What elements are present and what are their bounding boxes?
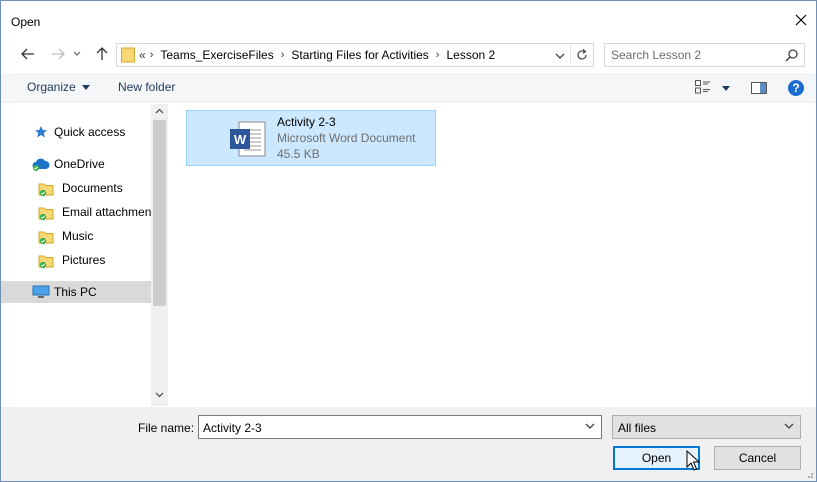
forward-button[interactable] — [49, 44, 67, 64]
address-bar[interactable]: « › Teams_ExerciseFiles › Starting Files… — [116, 43, 594, 67]
nav-item-label: This PC — [54, 285, 97, 299]
nav-item-label: Pictures — [62, 253, 106, 267]
nav-item-label: Quick access — [54, 125, 126, 139]
new-folder-button[interactable]: New folder — [118, 80, 175, 94]
nav-item-music[interactable]: Music — [1, 225, 151, 247]
nav-item-label: Music — [62, 229, 94, 243]
file-type-select[interactable]: All files — [612, 415, 801, 439]
refresh-icon — [576, 49, 587, 60]
navigation-pane: Quick access OneDrive Documents Email at… — [1, 104, 168, 406]
breadcrumb-separator: › — [435, 49, 440, 61]
scrollbar-thumb[interactable] — [153, 120, 166, 306]
nav-item-email-attachments[interactable]: Email attachmen — [1, 201, 151, 223]
change-view-button[interactable] — [695, 80, 711, 97]
dialog-title: Open — [11, 15, 41, 29]
file-type-value: All files — [618, 421, 657, 435]
refresh-button[interactable] — [570, 45, 592, 65]
details-view-icon — [695, 80, 710, 94]
folder-icon — [121, 47, 135, 63]
help-button[interactable]: ? — [788, 80, 804, 96]
file-name-input[interactable] — [203, 420, 573, 436]
file-item[interactable]: W Activity 2-3 Microsoft Word Document 4… — [186, 110, 436, 166]
chevron-down-icon[interactable] — [585, 422, 595, 430]
scroll-up-icon[interactable] — [155, 108, 164, 114]
svg-text:W: W — [234, 132, 247, 147]
nav-item-quick-access[interactable]: Quick access — [1, 121, 151, 143]
recent-locations-button[interactable] — [71, 44, 83, 64]
title-bar: Open — [1, 1, 816, 37]
breadcrumb-item[interactable]: Teams_ExerciseFiles — [160, 48, 273, 62]
cancel-button[interactable]: Cancel — [714, 446, 801, 470]
back-button[interactable] — [19, 44, 37, 64]
chevron-down-icon — [73, 51, 81, 56]
resize-grip-icon[interactable] — [804, 469, 814, 479]
nav-item-onedrive[interactable]: OneDrive — [1, 153, 151, 175]
file-type: Microsoft Word Document — [277, 131, 416, 145]
preview-pane-button[interactable] — [751, 82, 767, 97]
chevron-down-icon — [784, 423, 794, 429]
nav-item-this-pc[interactable]: This PC — [1, 281, 151, 303]
nav-item-documents[interactable]: Documents — [1, 177, 151, 199]
breadcrumb-overflow[interactable]: « — [139, 48, 146, 62]
nav-scrollbar[interactable] — [151, 104, 168, 406]
search-icon[interactable] — [785, 48, 799, 62]
organize-label: Organize — [27, 80, 76, 94]
up-button[interactable] — [93, 44, 111, 64]
close-button[interactable] — [790, 9, 812, 31]
breadcrumb: « › Teams_ExerciseFiles › Starting Files… — [139, 48, 495, 62]
command-toolbar: Organize New folder ? — [1, 73, 816, 103]
onedrive-cloud-icon — [32, 158, 50, 171]
caret-down-icon — [81, 85, 90, 91]
close-icon — [795, 14, 807, 26]
back-arrow-icon — [21, 48, 34, 60]
file-name-combobox[interactable] — [198, 415, 602, 439]
synced-folder-icon — [38, 207, 54, 221]
forward-arrow-icon — [52, 48, 65, 60]
breadcrumb-item[interactable]: Lesson 2 — [446, 48, 495, 62]
search-box[interactable] — [604, 43, 805, 67]
computer-icon — [32, 285, 50, 298]
address-row: « › Teams_ExerciseFiles › Starting Files… — [1, 41, 816, 69]
scroll-down-icon[interactable] — [155, 392, 164, 398]
nav-item-label: Documents — [62, 181, 123, 195]
nav-item-label: OneDrive — [54, 157, 105, 171]
file-list: W Activity 2-3 Microsoft Word Document 4… — [172, 104, 816, 406]
nav-item-pictures[interactable]: Pictures — [1, 249, 151, 271]
address-dropdown-icon[interactable] — [553, 49, 567, 63]
preview-pane-icon — [751, 82, 767, 94]
file-name-label: File name: — [138, 421, 195, 435]
nav-item-label: Email attachmen — [62, 205, 151, 219]
open-dialog: Open « › Teams_ExerciseFiles › Starting … — [0, 0, 817, 482]
breadcrumb-item[interactable]: Starting Files for Activities — [291, 48, 428, 62]
file-size: 45.5 KB — [277, 147, 320, 161]
breadcrumb-separator: › — [280, 49, 285, 61]
synced-folder-icon — [38, 255, 54, 269]
synced-folder-icon — [38, 231, 54, 245]
synced-folder-icon — [38, 183, 54, 197]
file-name: Activity 2-3 — [277, 115, 336, 129]
up-arrow-icon — [96, 47, 108, 60]
quick-access-star-icon — [35, 126, 47, 138]
search-input[interactable] — [611, 47, 771, 63]
mouse-pointer-icon — [686, 450, 700, 471]
breadcrumb-separator: › — [149, 49, 154, 61]
view-options-dropdown[interactable] — [722, 86, 730, 91]
word-document-icon: W — [230, 121, 266, 157]
organize-button[interactable]: Organize — [27, 80, 90, 94]
